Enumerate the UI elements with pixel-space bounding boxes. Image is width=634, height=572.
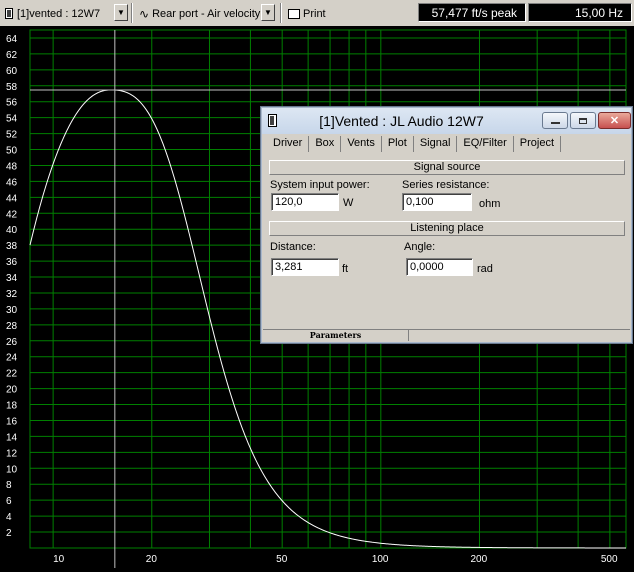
series-resistance-unit: ohm	[479, 198, 501, 210]
y-tick-label: 26	[6, 337, 18, 348]
y-tick-label: 60	[6, 66, 18, 77]
x-tick-label: 10	[53, 554, 65, 565]
y-tick-label: 46	[6, 177, 18, 188]
y-tick-label: 64	[6, 34, 18, 45]
close-icon: ✕	[609, 115, 620, 127]
y-tick-label: 22	[6, 369, 18, 380]
y-tick-label: 12	[6, 448, 18, 459]
y-tick-label: 18	[6, 401, 18, 412]
printer-icon	[288, 8, 300, 19]
tab-signal[interactable]: Signal	[413, 136, 458, 152]
y-tick-label: 20	[6, 385, 18, 396]
series-resistance-label: Series resistance:	[402, 179, 490, 191]
dialog-title: [1]Vented : JL Audio 12W7	[319, 113, 484, 129]
x-tick-label: 100	[372, 554, 389, 565]
y-tick-label: 54	[6, 114, 18, 125]
distance-label: Distance:	[270, 241, 316, 253]
system-input-power-unit: W	[343, 197, 354, 209]
y-tick-label: 6	[6, 496, 12, 507]
tab-box[interactable]: Box	[309, 136, 342, 152]
y-tick-label: 28	[6, 321, 18, 332]
distance-field[interactable]: 3,281	[271, 258, 339, 276]
y-tick-label: 24	[6, 353, 18, 364]
x-tick-label: 20	[146, 554, 158, 565]
chevron-down-icon: ▼	[117, 8, 125, 17]
chevron-down-icon: ▼	[264, 8, 272, 17]
system-input-power-label: System input power:	[270, 179, 370, 191]
y-tick-label: 32	[6, 289, 18, 300]
series-resistance-field[interactable]: 0,100	[402, 193, 472, 211]
dialog-title-bar[interactable]: [1]Vented : JL Audio 12W7 ✕	[262, 108, 631, 134]
system-input-power-field[interactable]: 120,0	[271, 193, 339, 211]
close-button[interactable]: ✕	[598, 112, 631, 129]
x-tick-label: 50	[276, 554, 288, 565]
y-tick-label: 8	[6, 480, 12, 491]
y-tick-label: 38	[6, 241, 18, 252]
y-tick-label: 42	[6, 209, 18, 220]
project-dropdown-button[interactable]: ▼	[114, 4, 128, 21]
y-tick-label: 2	[6, 528, 12, 539]
print-label: Print	[303, 7, 326, 20]
toolbar-separator	[131, 3, 133, 23]
minimize-icon	[550, 122, 560, 124]
y-tick-label: 58	[6, 82, 18, 93]
y-tick-label: 50	[6, 146, 18, 157]
plot-type-dropdown-button[interactable]: ▼	[261, 4, 275, 21]
y-tick-label: 4	[6, 512, 12, 523]
plot-type-selector[interactable]: ∿ Rear port - Air velocity	[138, 3, 261, 24]
minimize-button[interactable]	[542, 112, 568, 129]
y-tick-label: 48	[6, 161, 18, 172]
tab-vents[interactable]: Vents	[341, 136, 382, 152]
y-tick-label: 52	[6, 130, 18, 141]
distance-unit: ft	[342, 263, 349, 275]
plot-type-label: Rear port - Air velocity	[152, 7, 261, 20]
toolbar-separator	[280, 3, 282, 23]
angle-field[interactable]: 0,0000	[406, 258, 473, 276]
angle-label: Angle:	[404, 241, 436, 253]
tab-project[interactable]: Project	[514, 136, 562, 152]
x-tick-label: 200	[470, 554, 487, 565]
y-tick-label: 34	[6, 273, 18, 284]
listening-place-header: Listening place	[269, 221, 625, 236]
signal-source-header: Signal source	[269, 160, 625, 175]
toolbar: [1]vented : 12W7 ▼ ∿ Rear port - Air vel…	[0, 0, 634, 27]
project-label: [1]vented : 12W7	[17, 7, 101, 20]
document-icon	[5, 8, 13, 19]
y-tick-label: 14	[6, 432, 18, 443]
frequency-readout: 15,00 Hz	[528, 3, 632, 22]
angle-unit: rad	[477, 263, 493, 275]
y-tick-label: 16	[6, 416, 18, 427]
tab-plot[interactable]: Plot	[382, 136, 414, 152]
y-tick-label: 36	[6, 257, 18, 268]
x-tick-label: 500	[601, 554, 618, 565]
y-tick-label: 44	[6, 193, 18, 204]
tab-eq-filter[interactable]: EQ/Filter	[457, 136, 514, 152]
dialog-tabs: Driver Box Vents Plot Signal EQ/Filter Project	[267, 136, 562, 152]
y-tick-label: 40	[6, 225, 18, 236]
status-parameters: Parameters	[263, 330, 409, 341]
y-tick-label: 56	[6, 98, 18, 109]
y-tick-label: 30	[6, 305, 18, 316]
peak-readout: 57,477 ft/s peak	[418, 3, 526, 22]
dialog-status-bar: Parameters	[263, 329, 630, 341]
tab-driver[interactable]: Driver	[267, 136, 310, 152]
y-tick-label: 62	[6, 50, 18, 61]
parameters-dialog[interactable]: [1]Vented : JL Audio 12W7 ✕ Driver Box Ven…	[260, 106, 633, 344]
y-tick-label: 10	[6, 464, 18, 475]
waveform-icon: ∿	[139, 6, 150, 21]
project-selector[interactable]: [1]vented : 12W7	[4, 3, 101, 24]
maximize-icon	[579, 117, 587, 124]
maximize-button[interactable]	[570, 112, 596, 129]
print-button[interactable]: Print	[287, 3, 327, 24]
